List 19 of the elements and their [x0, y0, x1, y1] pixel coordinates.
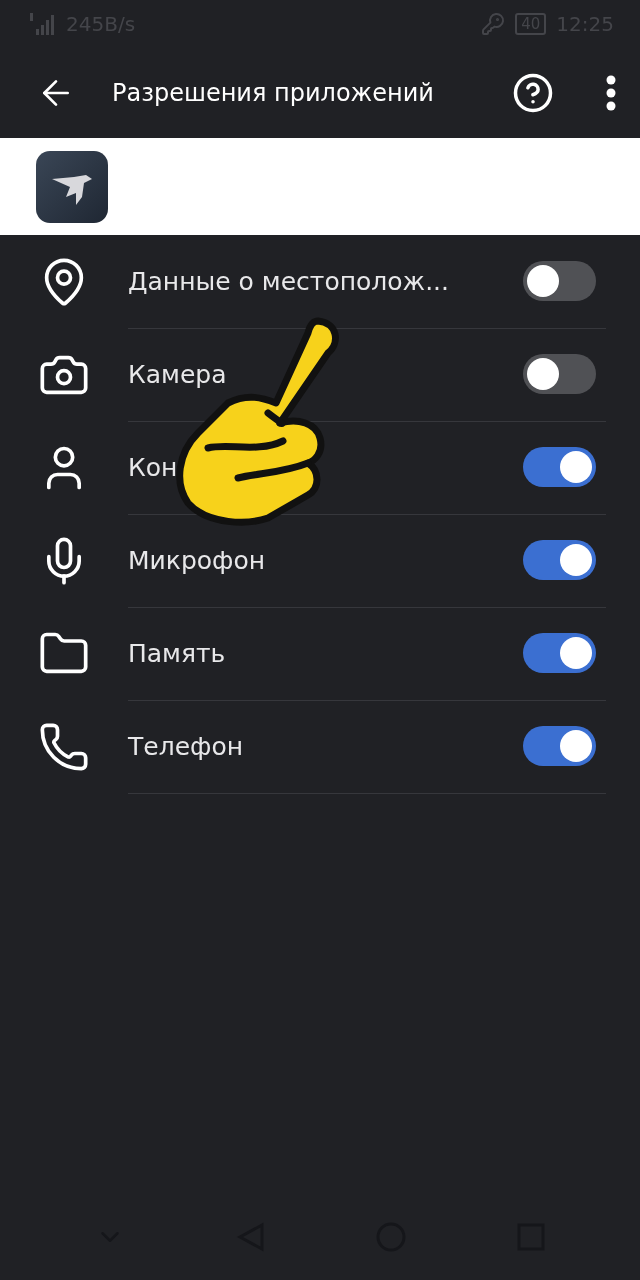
permission-switch[interactable]	[523, 447, 596, 487]
permission-label: Микрофон	[128, 545, 267, 575]
permission-switch[interactable]	[523, 261, 596, 301]
signal-icon	[28, 12, 56, 36]
app-icon	[36, 150, 108, 223]
permission-label: Данные о местополож...	[128, 266, 450, 296]
screen-title: Разрешения приложений	[112, 79, 435, 107]
menu-button[interactable]	[606, 75, 616, 111]
permission-switch[interactable]	[523, 633, 596, 673]
permission-switch[interactable]	[523, 354, 596, 394]
key-icon	[481, 12, 506, 36]
permission-switch[interactable]	[523, 726, 596, 766]
permission-label: Телефон	[128, 731, 245, 761]
permission-label: Кон	[128, 452, 179, 482]
phone-icon	[38, 720, 90, 773]
help-button[interactable]	[512, 72, 554, 114]
permission-label: Камера	[128, 359, 228, 389]
permission-switch[interactable]	[523, 540, 596, 580]
permission-label: Память	[128, 638, 227, 668]
